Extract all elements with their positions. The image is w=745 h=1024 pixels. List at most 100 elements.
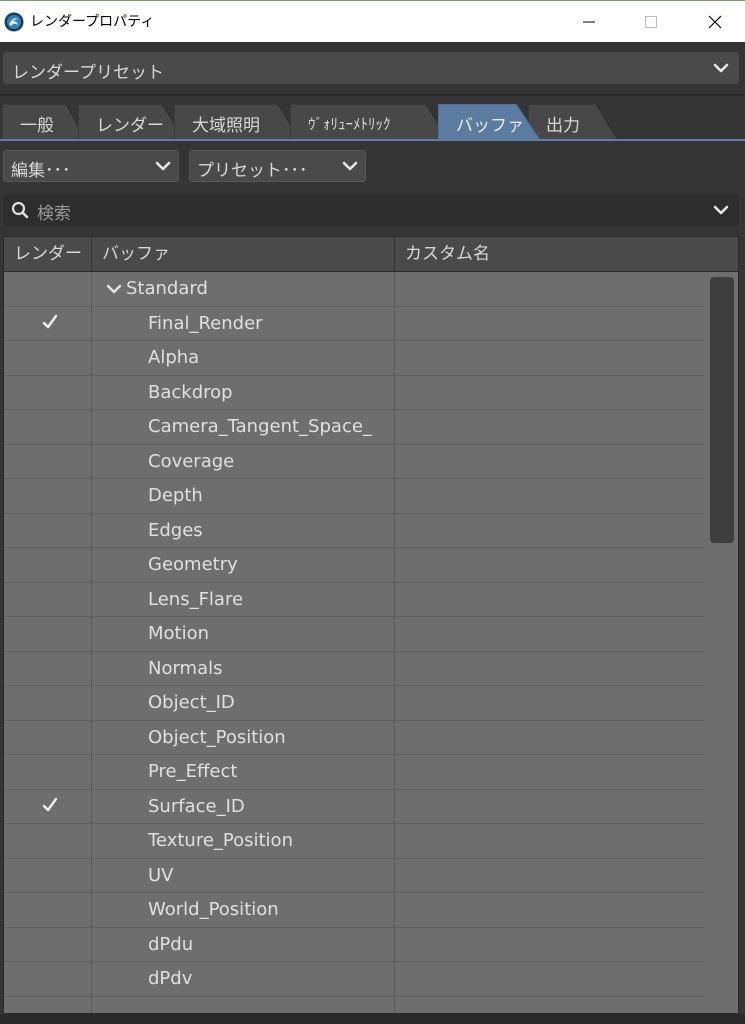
render-cell[interactable]	[4, 410, 92, 444]
buffer-cell[interactable]: Texture_Position	[92, 824, 395, 858]
custom-name-cell[interactable]	[395, 479, 704, 513]
table-row[interactable]: Depth	[4, 479, 704, 514]
table-row[interactable]: Object_Position	[4, 720, 704, 755]
buffer-cell[interactable]	[92, 996, 395, 1013]
custom-name-cell[interactable]	[395, 721, 704, 755]
custom-name-cell[interactable]	[395, 583, 704, 617]
render-cell[interactable]	[4, 375, 92, 409]
custom-name-cell[interactable]	[395, 272, 704, 306]
custom-name-cell[interactable]	[395, 859, 704, 893]
table-row[interactable]: Coverage	[4, 444, 704, 479]
buffer-cell[interactable]: Edges	[92, 513, 395, 547]
custom-name-cell[interactable]	[395, 928, 704, 962]
table-row[interactable]: Normals	[4, 651, 704, 686]
table-row[interactable]: Edges	[4, 513, 704, 548]
table-row[interactable]: dPdv	[4, 962, 704, 997]
scrollbar-thumb[interactable]	[710, 277, 734, 543]
render-cell[interactable]	[4, 548, 92, 582]
buffer-cell[interactable]: Lens_Flare	[92, 582, 395, 616]
column-header-buffer[interactable]: バッファ	[92, 237, 395, 271]
tab-render[interactable]: レンダー	[78, 104, 186, 140]
buffer-cell[interactable]: Normals	[92, 651, 395, 685]
edit-dropdown[interactable]: 編集･･･	[3, 150, 179, 182]
buffer-cell[interactable]: Camera_Tangent_Space_	[92, 410, 395, 444]
column-header-render[interactable]: レンダー	[4, 237, 92, 271]
custom-name-cell[interactable]	[395, 617, 704, 651]
render-cell[interactable]	[4, 686, 92, 720]
render-cell[interactable]	[4, 720, 92, 754]
render-cell[interactable]	[4, 755, 92, 789]
tab-volumetric[interactable]: ｳﾞｫﾘｭｰﾒﾄﾘｯｸ	[290, 104, 450, 140]
render-cell[interactable]	[4, 789, 92, 823]
render-cell[interactable]	[4, 272, 92, 306]
table-row[interactable]: UV	[4, 858, 704, 893]
custom-name-cell[interactable]	[395, 686, 704, 720]
buffer-cell[interactable]: Final_Render	[92, 306, 395, 340]
buffer-cell[interactable]: Coverage	[92, 444, 395, 478]
custom-name-cell[interactable]	[395, 376, 704, 410]
render-preset-dropdown[interactable]: レンダープリセット	[3, 52, 739, 84]
tab-global-illumination[interactable]: 大域照明	[174, 104, 302, 140]
buffer-cell[interactable]: World_Position	[92, 893, 395, 927]
group-row-partial[interactable]	[4, 996, 704, 1014]
buffer-cell[interactable]: Object_Position	[92, 720, 395, 754]
group-row-standard[interactable]: Standard	[4, 272, 704, 307]
preset-dropdown[interactable]: プリセット･･･	[189, 150, 366, 182]
buffer-cell[interactable]: Object_ID	[92, 686, 395, 720]
buffer-cell[interactable]: Geometry	[92, 548, 395, 582]
custom-name-cell[interactable]	[395, 307, 704, 341]
render-cell[interactable]	[4, 893, 92, 927]
tab-buffer[interactable]: バッファ	[438, 104, 542, 140]
close-button[interactable]	[692, 1, 738, 42]
table-row[interactable]: Backdrop	[4, 375, 704, 410]
custom-name-cell[interactable]	[395, 514, 704, 548]
table-row[interactable]: Alpha	[4, 341, 704, 376]
table-row[interactable]: Pre_Effect	[4, 755, 704, 790]
buffer-cell[interactable]: Pre_Effect	[92, 755, 395, 789]
buffer-cell[interactable]: Backdrop	[92, 375, 395, 409]
custom-name-cell[interactable]	[395, 997, 704, 1014]
tab-general[interactable]: 一般	[2, 104, 88, 140]
buffer-cell[interactable]: Motion	[92, 617, 395, 651]
table-row[interactable]: dPdu	[4, 927, 704, 962]
table-row[interactable]: Lens_Flare	[4, 582, 704, 617]
custom-name-cell[interactable]	[395, 445, 704, 479]
render-cell[interactable]	[4, 479, 92, 513]
render-cell[interactable]	[4, 513, 92, 547]
chevron-down-icon[interactable]	[712, 201, 730, 219]
render-cell[interactable]	[4, 306, 92, 340]
table-row[interactable]: Motion	[4, 617, 704, 652]
minimize-button[interactable]	[566, 1, 612, 42]
custom-name-cell[interactable]	[395, 824, 704, 858]
buffer-cell[interactable]: Surface_ID	[92, 789, 395, 823]
render-cell[interactable]	[4, 927, 92, 961]
table-row[interactable]: Final_Render	[4, 306, 704, 341]
table-row[interactable]: Geometry	[4, 548, 704, 583]
search-input[interactable]: 検索	[3, 194, 739, 226]
custom-name-cell[interactable]	[395, 548, 704, 582]
table-row[interactable]: Texture_Position	[4, 824, 704, 859]
custom-name-cell[interactable]	[395, 652, 704, 686]
table-row[interactable]: Surface_ID	[4, 789, 704, 824]
render-cell[interactable]	[4, 858, 92, 892]
render-cell[interactable]	[4, 617, 92, 651]
table-row[interactable]: Object_ID	[4, 686, 704, 721]
render-cell[interactable]	[4, 962, 92, 996]
buffer-cell[interactable]: Standard	[92, 272, 395, 306]
custom-name-cell[interactable]	[395, 341, 704, 375]
custom-name-cell[interactable]	[395, 410, 704, 444]
custom-name-cell[interactable]	[395, 790, 704, 824]
render-cell[interactable]	[4, 444, 92, 478]
render-cell[interactable]	[4, 341, 92, 375]
render-cell[interactable]	[4, 824, 92, 858]
buffer-cell[interactable]: Alpha	[92, 341, 395, 375]
buffer-cell[interactable]: UV	[92, 858, 395, 892]
buffer-cell[interactable]: Depth	[92, 479, 395, 513]
chevron-down-icon[interactable]	[106, 281, 122, 297]
render-cell[interactable]	[4, 651, 92, 685]
buffer-cell[interactable]: dPdu	[92, 927, 395, 961]
column-header-custom-name[interactable]: カスタム名	[395, 237, 738, 271]
table-row[interactable]: World_Position	[4, 893, 704, 928]
custom-name-cell[interactable]	[395, 893, 704, 927]
render-cell[interactable]	[4, 582, 92, 616]
